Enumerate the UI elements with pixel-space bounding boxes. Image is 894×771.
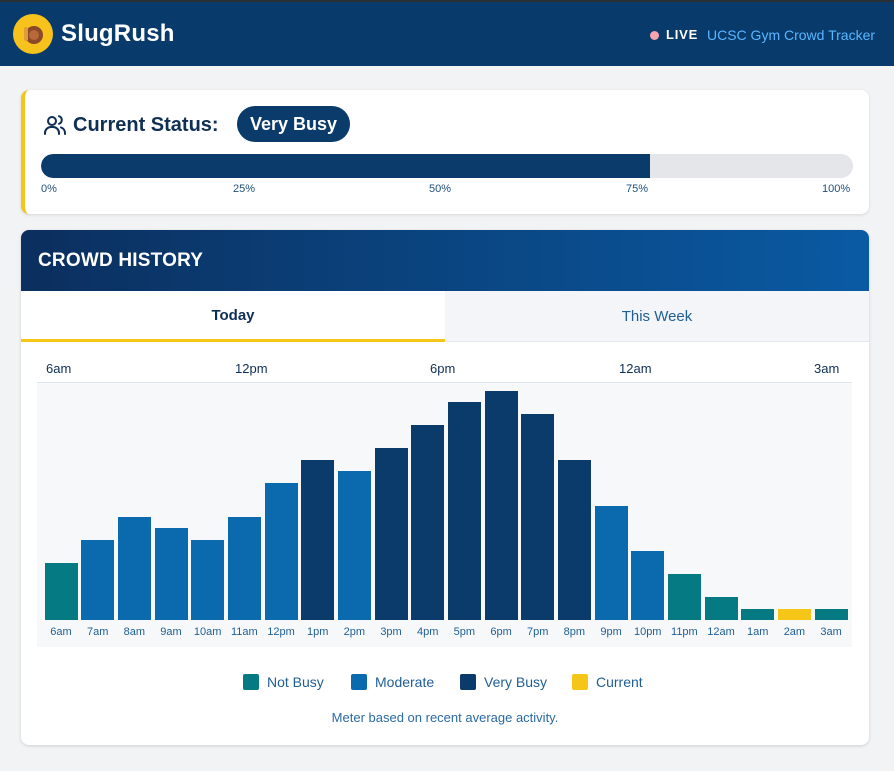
bar-12pm[interactable] — [264, 482, 298, 620]
x-tick-label-2am: 2am — [783, 626, 806, 638]
legend-swatch-very-busy — [460, 674, 476, 690]
current-status-card: Current Status: Very Busy 0% 25% 50% 75%… — [21, 90, 869, 214]
bar-1am[interactable] — [741, 608, 775, 620]
bar-3pm[interactable] — [374, 448, 408, 620]
top-axis-label-6am: 6am — [46, 361, 72, 376]
meter-tick-0: 0% — [41, 183, 57, 195]
crowd-history-header: CROWD HISTORY — [21, 230, 869, 291]
crowd-history-chart: 6am 7am 8am 9am 10am 11am 12pm 1pm 2pm 3pm 4pm 5pm 6… — [37, 382, 852, 647]
top-bar: SlugRush LIVE UCSC Gym Crowd Tracker — [0, 0, 894, 66]
slug-logo-icon[interactable] — [13, 14, 53, 54]
x-tick-label-7am: 7am — [86, 626, 109, 638]
meter-footnote: Meter based on recent average activity. — [331, 710, 559, 725]
bar-2pm[interactable] — [337, 471, 371, 620]
bar-6pm[interactable] — [484, 391, 518, 620]
x-tick-label-10am: 10am — [193, 626, 222, 638]
bar-5pm[interactable] — [447, 402, 481, 620]
users-icon — [43, 113, 67, 142]
legend-swatch-not-busy — [243, 674, 259, 690]
bar-10pm[interactable] — [631, 551, 665, 620]
x-tick-label-8pm: 8pm — [563, 626, 586, 638]
top-axis-label-3am: 3am — [814, 361, 840, 376]
meter-tick-75: 75% — [626, 183, 649, 195]
app-title[interactable]: SlugRush — [61, 20, 175, 48]
tab-today[interactable]: Today — [21, 291, 445, 342]
crowd-history-title: CROWD HISTORY — [38, 250, 204, 271]
bar-1pm[interactable] — [301, 459, 335, 620]
crowd-meter — [41, 154, 853, 178]
tab-this-week[interactable]: This Week — [445, 291, 869, 342]
live-indicator-dot — [650, 31, 659, 40]
legend-item-very-busy: Very Busy — [460, 674, 547, 690]
legend-label-current: Current — [596, 674, 643, 690]
legend-label-moderate: Moderate — [375, 674, 435, 690]
x-tick-label-1pm: 1pm — [306, 626, 329, 638]
x-tick-label-12am: 12am — [707, 626, 735, 638]
bar-11am[interactable] — [227, 516, 261, 620]
legend-swatch-moderate — [351, 674, 367, 690]
legend-item-current: Current — [572, 674, 643, 690]
bar-10am[interactable] — [191, 539, 225, 620]
bar-7am[interactable] — [81, 539, 115, 620]
meter-tick-50: 50% — [429, 183, 452, 195]
x-tick-label-4pm: 4pm — [416, 626, 439, 638]
legend-label-not-busy: Not Busy — [267, 674, 324, 690]
crowd-meter-fill — [41, 154, 650, 178]
bar-12am[interactable] — [704, 597, 738, 620]
legend-item-not-busy: Not Busy — [243, 674, 324, 690]
status-badge: Very Busy — [237, 106, 351, 142]
current-status-label: Current Status: — [73, 114, 219, 136]
live-label: LIVE — [666, 27, 699, 42]
legend-item-moderate: Moderate — [351, 674, 434, 690]
bar-11pm[interactable] — [667, 574, 701, 620]
x-tick-label-8am: 8am — [123, 626, 146, 638]
tracker-link[interactable]: UCSC Gym Crowd Tracker — [707, 27, 875, 43]
x-tick-label-6pm: 6pm — [490, 626, 512, 638]
x-tick-label-3am: 3am — [820, 626, 842, 638]
bar-6am[interactable] — [44, 562, 78, 620]
top-axis-label-12am: 12am — [619, 361, 652, 376]
meter-tick-25: 25% — [233, 183, 256, 195]
bar-4pm[interactable] — [411, 425, 445, 620]
legend-label-very-busy: Very Busy — [484, 674, 548, 690]
x-tick-label-12pm: 12pm — [267, 626, 295, 638]
x-tick-label-5pm: 5pm — [453, 626, 476, 638]
crowd-history-card: CROWD HISTORY Today This Week 6am 12pm 6… — [21, 230, 869, 745]
x-tick-label-2pm: 2pm — [343, 626, 366, 638]
x-tick-label-3pm: 3pm — [380, 626, 402, 638]
bar-8am[interactable] — [117, 516, 151, 620]
top-axis-label-6pm: 6pm — [430, 361, 456, 376]
bar-2am[interactable] — [777, 608, 811, 620]
top-axis-label-12pm: 12pm — [235, 361, 268, 376]
bar-8pm[interactable] — [557, 459, 591, 620]
bar-9am[interactable] — [154, 528, 188, 620]
bar-9pm[interactable] — [594, 505, 628, 620]
x-tick-label-7pm: 7pm — [527, 626, 549, 638]
meter-tick-100: 100% — [822, 183, 851, 195]
x-tick-label-9pm: 9pm — [600, 626, 622, 638]
x-tick-label-9am: 9am — [160, 626, 182, 638]
legend-swatch-current — [572, 674, 588, 690]
x-tick-label-11pm: 11pm — [671, 626, 698, 638]
x-tick-label-6am: 6am — [50, 626, 72, 638]
bar-7pm[interactable] — [521, 413, 555, 620]
x-tick-label-1am: 1am — [747, 626, 769, 638]
x-tick-label-10pm: 10pm — [633, 626, 662, 638]
x-tick-label-11am: 11am — [230, 626, 258, 638]
bar-3am[interactable] — [814, 608, 848, 620]
